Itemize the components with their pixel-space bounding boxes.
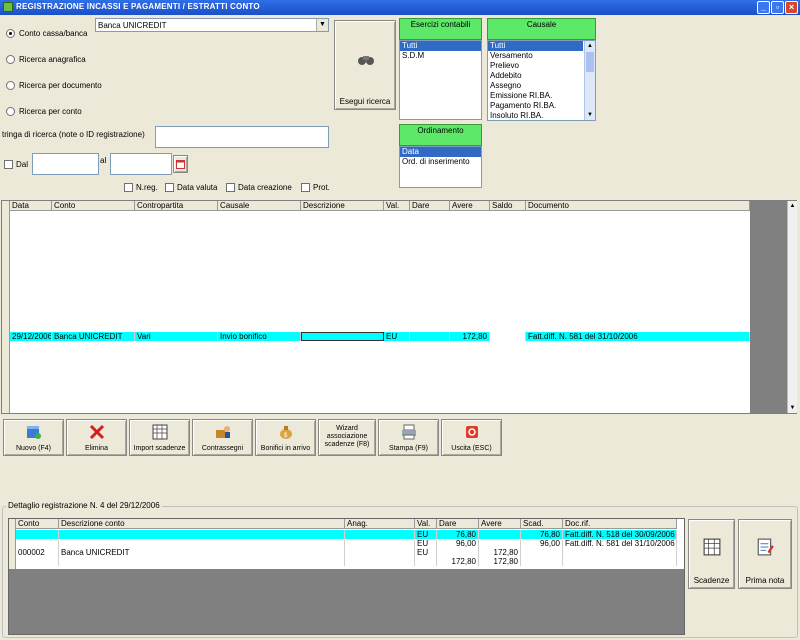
list-item[interactable]: Data <box>400 147 481 157</box>
list-item[interactable]: Tutti <box>400 41 481 51</box>
uscita-button[interactable]: Uscita (ESC) <box>441 419 502 456</box>
elimina-button[interactable]: Elimina <box>66 419 127 456</box>
list-item[interactable]: Versamento <box>488 51 595 61</box>
main-grid[interactable]: Data Conto Contropartita Causale Descriz… <box>1 200 797 414</box>
scroll-down-icon[interactable]: ▼ <box>585 110 595 120</box>
radio-indicator[interactable] <box>6 54 15 64</box>
list-item[interactable]: Insoluto RI.BA. <box>488 111 595 120</box>
window-title: REGISTRAZIONE INCASSI E PAGAMENTI / ESTR… <box>16 2 260 11</box>
radio-ricerca-conto[interactable]: Ricerca per conto <box>6 104 82 118</box>
al-date-input[interactable] <box>110 153 172 175</box>
search-mode-group: Conto cassa/banca <box>6 26 88 40</box>
checkbox-box[interactable] <box>301 183 310 193</box>
table-row[interactable]: EU 76,80 76,80 Fatt.diff. N. 518 del 30/… <box>16 530 677 539</box>
app-icon <box>3 2 13 12</box>
spreadsheet-icon <box>703 538 721 556</box>
import-scadenze-button[interactable]: Import scadenze <box>129 419 190 456</box>
delivery-icon <box>215 426 230 438</box>
table-row[interactable]: 29/12/2006 Banca UNICREDIT Vari Invio bo… <box>10 332 750 341</box>
detail-title: Dettaglio registrazione N. 4 del 29/12/2… <box>6 501 162 510</box>
list-item[interactable]: Pagamento RI.BA. <box>488 101 595 111</box>
list-item[interactable]: Ord. di inserimento <box>400 157 481 167</box>
nuovo-button[interactable]: Nuovo (F4) <box>3 419 64 456</box>
binoculars-icon <box>358 56 374 65</box>
causale-header: Causale <box>487 18 596 40</box>
maximize-button[interactable]: ▫ <box>771 1 784 14</box>
wizard-button[interactable]: Wizard associazione scadenze (F8) <box>318 419 376 456</box>
scroll-down-icon[interactable]: ▼ <box>788 403 797 413</box>
radio-indicator[interactable] <box>6 28 15 38</box>
checkbox-box[interactable] <box>124 183 133 193</box>
ordinamento-header: Ordinamento <box>399 124 482 146</box>
edit-document-icon <box>757 538 774 556</box>
search-string-input[interactable] <box>155 126 329 148</box>
scroll-thumb[interactable] <box>586 52 594 72</box>
printer-icon <box>401 424 416 440</box>
delete-icon <box>89 424 104 440</box>
scroll-up-icon[interactable]: ▲ <box>585 41 595 51</box>
stampa-button[interactable]: Stampa (F9) <box>378 419 439 456</box>
main-grid-scrollbar[interactable]: ▲ ▼ <box>787 201 797 413</box>
money-bag-icon: $ <box>279 426 292 439</box>
causale-scrollbar[interactable]: ▲ ▼ <box>584 41 595 120</box>
table-row[interactable]: EU 96,00 96,00 Fatt.diff. N. 581 del 31/… <box>16 539 677 548</box>
radio-conto-cassa[interactable]: Conto cassa/banca <box>6 26 88 40</box>
esercizi-header: Esercizi contabili <box>399 18 482 40</box>
list-item[interactable]: Tutti <box>488 41 583 51</box>
search-button[interactable]: Esegui ricerca <box>334 20 396 110</box>
radio-ricerca-anagrafica[interactable]: Ricerca anagrafica <box>6 52 86 66</box>
scroll-up-icon[interactable]: ▲ <box>788 201 797 211</box>
dal-checkbox[interactable]: Dal <box>4 160 28 170</box>
totals-row: 172,80 172,80 <box>16 557 677 566</box>
row-selector-column <box>2 201 10 413</box>
title-bar: REGISTRAZIONE INCASSI E PAGAMENTI / ESTR… <box>0 0 800 15</box>
ordinamento-list[interactable]: Data Ord. di inserimento <box>399 146 482 188</box>
checkbox-box[interactable] <box>226 183 235 193</box>
radio-indicator[interactable] <box>6 106 15 116</box>
exit-icon <box>465 426 478 438</box>
search-string-label: tringa di ricerca (note o ID registrazio… <box>2 130 145 139</box>
calendar-icon <box>176 160 185 169</box>
data-valuta-checkbox[interactable]: Data valuta <box>165 183 217 193</box>
checkbox-box[interactable] <box>165 183 174 193</box>
detail-grid-header: Conto Descrizione conto Anag. Val. Dare … <box>16 519 677 529</box>
al-label: al <box>100 156 107 165</box>
bonifici-button[interactable]: $ Bonifici in arrivo <box>255 419 316 456</box>
dal-date-input[interactable] <box>32 153 99 175</box>
list-item[interactable]: Addebito <box>488 71 595 81</box>
esercizi-list[interactable]: Tutti S.D.M <box>399 40 482 120</box>
radio-indicator[interactable] <box>6 80 15 90</box>
causale-list[interactable]: Tutti Versamento Prelievo Addebito Asseg… <box>487 40 596 121</box>
row-selector-column <box>9 519 16 569</box>
account-select[interactable]: Banca UNICREDIT ▼ <box>95 18 329 32</box>
list-item[interactable]: S.D.M <box>400 51 481 61</box>
scadenze-button[interactable]: Scadenze <box>688 519 735 589</box>
checkbox-box[interactable] <box>4 160 13 170</box>
new-document-icon <box>26 426 41 439</box>
table-row[interactable]: 000002 Banca UNICREDIT EU 172,80 <box>16 548 677 557</box>
list-item[interactable]: Emissione RI.BA. <box>488 91 595 101</box>
grid-empty-area <box>750 201 787 413</box>
data-creazione-checkbox[interactable]: Data creazione <box>226 183 292 193</box>
calendar-button[interactable] <box>173 155 188 173</box>
contrassegni-button[interactable]: Contrassegni <box>192 419 253 456</box>
spreadsheet-icon <box>152 424 167 440</box>
list-item[interactable]: Prelievo <box>488 61 595 71</box>
radio-ricerca-documento[interactable]: Ricerca per documento <box>6 78 102 92</box>
close-button[interactable]: × <box>785 1 798 14</box>
detail-grid[interactable]: Conto Descrizione conto Anag. Val. Dare … <box>8 518 685 635</box>
prima-nota-button[interactable]: Prima nota <box>738 519 792 589</box>
list-item[interactable]: Assegno <box>488 81 595 91</box>
nreg-checkbox[interactable]: N.reg. <box>124 183 158 193</box>
prot-checkbox[interactable]: Prot. <box>301 183 330 193</box>
chevron-down-icon[interactable]: ▼ <box>316 19 328 31</box>
minimize-button[interactable]: _ <box>757 1 770 14</box>
grid-header: Data Conto Contropartita Causale Descriz… <box>10 201 750 211</box>
